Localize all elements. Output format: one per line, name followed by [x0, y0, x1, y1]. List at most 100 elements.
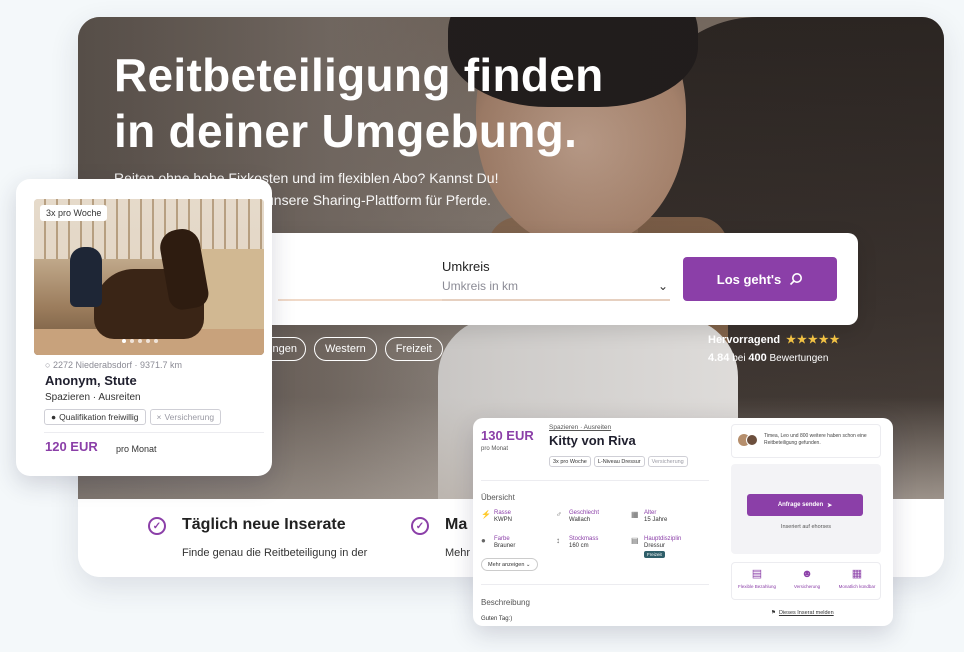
report-link-label: Dieses Inserat melden [778, 610, 834, 616]
feature-2-title: Ma [445, 516, 468, 533]
social-proof-box: Timea, Leo und 800 weitere haben schon e… [731, 424, 881, 458]
request-box: Anfrage senden ➤ Inseriert auf ehorses [731, 464, 881, 554]
frequency-badge: 3x pro Woche [40, 205, 108, 221]
benefit-insurance: ☻ Versicherung [784, 567, 830, 589]
rating-count: 400 [748, 352, 767, 364]
carousel-dot[interactable] [130, 339, 134, 343]
listing-name: Anonym, Stute [45, 373, 137, 388]
filter-pills: ungen Western Freizeit [254, 337, 443, 361]
lightning-icon: ⚡ [481, 510, 491, 519]
listing-type: Spazieren · Ausreiten [45, 392, 141, 403]
rating-text-end: Bewertungen [769, 353, 829, 364]
attr-height-key: Stockmass [569, 536, 599, 542]
tag-insurance: × Versicherung [149, 409, 222, 425]
benefit-2-label: Versicherung [793, 584, 821, 589]
benefit-1-label: Flexible Bezahlung [737, 584, 777, 589]
chevron-down-icon: ⌄ [657, 279, 668, 293]
listing-price: 120 EUR [45, 439, 98, 454]
radius-placeholder: Umkreis in km [442, 279, 519, 293]
feature-1-desc: Finde genau die Reitbeteiligung in der [182, 547, 368, 559]
ruler-icon: ↕ [556, 536, 560, 545]
page-title-line2: in deiner Umgebung. [114, 105, 578, 157]
search-submit-label: Los geht's [716, 271, 782, 287]
radius-select[interactable]: Umkreis in km ⌄ [442, 279, 670, 301]
filter-pill-western[interactable]: Western [314, 337, 377, 361]
detail-tag-level: L-Niveau Dressur [593, 456, 645, 467]
show-more-label: Mehr anzeigen [488, 561, 525, 568]
carousel-dots[interactable] [122, 339, 158, 343]
request-subtext: Inseriert auf ehorses [780, 524, 832, 530]
tag-insurance-label: Versicherung [164, 412, 215, 422]
detail-tag-insurance: Versicherung [647, 456, 688, 467]
send-icon: ➤ [827, 502, 833, 509]
gender-icon: ♂ [556, 510, 562, 519]
rating-text-mid: bei [732, 353, 746, 364]
x-icon: × [156, 412, 162, 422]
attr-breed-key: Rasse [494, 510, 512, 516]
send-request-button[interactable]: Anfrage senden ➤ [747, 494, 863, 516]
social-proof-text: Timea, Leo und 800 weitere haben schon e… [764, 433, 867, 446]
overview-heading: Übersicht [481, 493, 515, 502]
detail-price-period: pro Monat [481, 446, 509, 452]
carousel-dot[interactable] [146, 339, 150, 343]
benefit-flexible-payment: ▤ Flexible Bezahlung [734, 567, 780, 589]
listing-photo[interactable] [34, 199, 264, 355]
attr-color-value: Brauner [494, 543, 516, 549]
divider [44, 432, 264, 433]
rating-widget: Hervorragend ★★★★★ 4.84 bei 400 Bewertung… [708, 333, 840, 364]
tag-qualification: ● Qualifikation freiwillig [44, 409, 146, 425]
check-icon: ✓ [148, 517, 166, 535]
wallet-icon: ▤ [751, 568, 763, 580]
attr-gender-value: Wallach [569, 517, 591, 523]
show-more-button[interactable]: Mehr anzeigen ⌄ [481, 558, 538, 571]
detail-price: 130 EUR [481, 428, 534, 443]
rating-score: 4.84 [708, 352, 730, 364]
discipline-badge: Freizeit [644, 551, 665, 558]
location-pin-icon: ○ [45, 360, 51, 370]
divider [481, 480, 709, 481]
tag-qualification-label: Qualifikation freiwillig [59, 412, 139, 422]
listing-detail-card: 130 EUR pro Monat Spazieren · Ausreiten … [473, 418, 893, 626]
page-title: Reitbeteiligung finden in deiner Umgebun… [114, 47, 604, 159]
page-title-line1: Reitbeteiligung finden [114, 49, 604, 101]
rating-label: Hervorragend [708, 334, 781, 346]
check-icon: ✓ [411, 517, 429, 535]
detail-tags: 3x pro Woche L-Niveau Dressur Versicheru… [549, 456, 688, 467]
carousel-dot[interactable] [154, 339, 158, 343]
send-request-label: Anfrage senden [777, 502, 824, 508]
search-box: Umkreis Umkreis in km ⌄ Los geht's [258, 233, 858, 325]
report-link[interactable]: ⚑ Dieses Inserat melden [771, 610, 834, 616]
breadcrumb[interactable]: Spazieren · Ausreiten [549, 424, 611, 431]
drop-icon: ● [481, 536, 486, 545]
feature-1-title: Täglich neue Inserate [182, 516, 346, 533]
detail-title: Kitty von Riva [549, 433, 636, 448]
calendar-icon: ▦ [851, 568, 863, 580]
benefit-cancel-monthly: ▦ Monatlich kündbar [834, 567, 880, 589]
attr-color-key: Farbe [494, 536, 510, 542]
attr-age-key: Alter [644, 510, 657, 516]
detail-tag-frequency: 3x pro Woche [549, 456, 591, 467]
document-icon: ▤ [631, 536, 639, 545]
calendar-icon: ▦ [631, 510, 639, 519]
benefits-box: ▤ Flexible Bezahlung ☻ Versicherung ▦ Mo… [731, 562, 881, 600]
carousel-dot[interactable] [138, 339, 142, 343]
search-icon [790, 273, 803, 286]
photo-rider [70, 247, 102, 307]
rating-stars: ★★★★★ [786, 334, 841, 346]
description-heading: Beschreibung [481, 598, 530, 607]
divider [481, 584, 709, 585]
ribbon-icon: ● [51, 412, 57, 422]
attr-discipline-value: Dressur [644, 543, 666, 549]
chevron-down-icon: ⌄ [525, 561, 531, 568]
attr-breed-value: KWPN [494, 517, 512, 523]
benefit-3-label: Monatlich kündbar [838, 584, 876, 589]
radius-label: Umkreis [442, 259, 490, 274]
search-submit-button[interactable]: Los geht's [683, 257, 837, 301]
attr-discipline-key: Hauptdisziplin [644, 536, 682, 542]
attr-age-value: 15 Jahre [644, 517, 668, 523]
attr-height-value: 160 cm [569, 543, 589, 549]
filter-pill-freizeit[interactable]: Freizeit [384, 337, 443, 361]
listing-price-period: pro Monat [116, 444, 157, 454]
carousel-dot[interactable] [122, 339, 126, 343]
listing-card[interactable]: 3x pro Woche ○ 2272 Niederabsdorf · 9371… [16, 179, 272, 476]
